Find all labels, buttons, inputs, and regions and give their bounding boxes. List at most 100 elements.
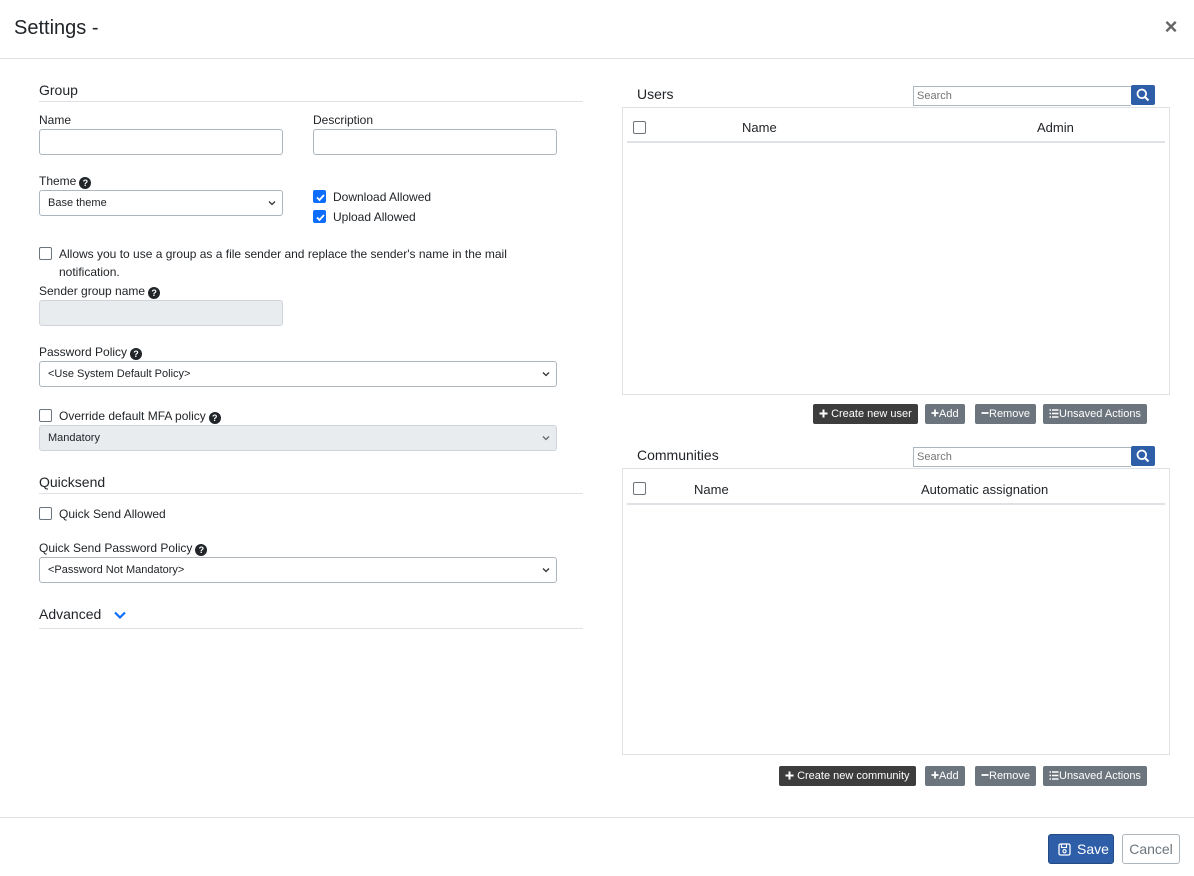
users-panel-title: Users [637,86,674,102]
quick-send-password-policy-value: <Password Not Mandatory> [48,564,185,576]
minus-icon [981,412,989,414]
download-allowed-checkbox[interactable] [313,190,326,203]
add-community-label: Add [939,770,959,782]
remove-user-label: Remove [989,408,1030,420]
plus-icon [931,771,939,779]
sender-group-label-line1: Allows you to use a group as a file send… [59,247,507,261]
remove-user-button[interactable]: Remove [975,404,1036,424]
footer-divider [0,817,1194,818]
add-community-button[interactable]: Add [925,766,965,786]
quick-send-password-policy-label: Quick Send Password Policy? [39,541,208,556]
chevron-down-icon [268,201,276,206]
description-input[interactable] [313,129,557,155]
add-user-label: Add [939,408,959,420]
add-user-button[interactable]: Add [925,404,965,424]
communities-table: Name Automatic assignation [622,468,1170,755]
theme-label-text: Theme [39,174,77,188]
search-icon [1136,449,1150,463]
communities-search-input[interactable] [913,447,1131,467]
save-label: Save [1077,841,1109,857]
advanced-section-title: Advanced [39,606,102,622]
check-icon [316,214,325,222]
group-section-divider [39,101,583,102]
create-new-community-button[interactable]: Create new community [779,766,916,786]
quick-send-allowed-checkbox[interactable] [39,507,52,520]
communities-unsaved-actions-button[interactable]: Unsaved Actions [1043,766,1147,786]
chevron-down-icon [542,436,550,441]
password-policy-label-text: Password Policy [39,345,128,359]
create-new-community-label: Create new community [797,770,910,782]
sender-group-name-label: Sender group name? [39,284,161,299]
users-search-button[interactable] [1131,85,1155,105]
communities-col-automatic-assignation: Automatic assignation [921,482,1049,497]
communities-col-name: Name [694,482,729,497]
communities-unsaved-actions-label: Unsaved Actions [1059,770,1141,782]
users-search-input[interactable] [913,86,1131,106]
minus-icon [981,774,989,776]
mfa-override-label-text: Override default MFA policy [59,409,206,423]
floppy-disk-icon [1058,843,1071,856]
quicksend-section-divider [39,493,583,494]
password-policy-select[interactable]: <Use System Default Policy> [39,361,557,387]
create-new-user-button[interactable]: Create new user [813,404,918,424]
users-unsaved-actions-button[interactable]: Unsaved Actions [1043,404,1147,424]
plus-icon [819,409,828,418]
password-policy-value: <Use System Default Policy> [48,368,191,380]
question-circle-icon: ? [208,412,221,424]
users-col-admin: Admin [1037,120,1074,135]
save-button[interactable]: Save [1048,834,1114,864]
question-circle-icon: ? [130,348,143,360]
list-icon [1049,409,1059,418]
name-label: Name [39,113,72,127]
upload-allowed-label: Upload Allowed [333,210,416,224]
communities-select-all-checkbox[interactable] [633,482,646,495]
close-icon[interactable]: × [1162,16,1180,38]
quick-send-password-policy-select[interactable]: <Password Not Mandatory> [39,557,557,583]
theme-label: Theme? [39,174,92,189]
users-unsaved-actions-label: Unsaved Actions [1059,408,1141,420]
sender-group-label-line2: notification. [59,265,120,279]
create-new-user-label: Create new user [831,408,912,420]
list-icon [1049,771,1059,780]
remove-community-label: Remove [989,770,1030,782]
description-label: Description [313,113,374,127]
advanced-section-divider [39,628,583,629]
users-table-header-divider [627,141,1165,143]
quick-send-password-policy-label-text: Quick Send Password Policy [39,541,193,555]
quicksend-section-title: Quicksend [39,474,106,490]
users-col-name: Name [742,120,777,135]
question-circle-icon: ? [195,544,208,556]
communities-search-button[interactable] [1131,446,1155,466]
mfa-override-checkbox[interactable] [39,409,52,422]
users-table: Name Admin [622,107,1170,395]
plus-icon [785,771,794,780]
chevron-down-icon [542,568,550,573]
chevron-down-icon [542,372,550,377]
upload-allowed-checkbox[interactable] [313,210,326,223]
question-circle-icon: ? [148,287,161,299]
quick-send-allowed-label: Quick Send Allowed [59,507,166,521]
sender-group-name-label-text: Sender group name [39,284,146,298]
download-allowed-label: Download Allowed [333,190,432,204]
group-section-title: Group [39,82,78,98]
name-input[interactable] [39,129,283,155]
modal-header: Settings - × [0,0,1194,59]
mfa-policy-select: Mandatory [39,425,557,451]
communities-table-header-divider [627,503,1165,505]
mfa-override-label: Override default MFA policy? [59,409,221,424]
question-circle-icon: ? [79,177,92,189]
plus-icon [931,409,939,417]
mfa-policy-value: Mandatory [48,432,100,444]
remove-community-button[interactable]: Remove [975,766,1036,786]
chevron-down-icon [114,611,126,620]
cancel-button[interactable]: Cancel [1122,834,1180,864]
sender-group-checkbox[interactable] [39,247,52,260]
communities-panel-title: Communities [637,447,719,463]
theme-select[interactable]: Base theme [39,190,283,216]
advanced-toggle[interactable]: Advanced [39,606,127,622]
check-icon [316,194,325,202]
password-policy-label: Password Policy? [39,345,143,360]
users-select-all-checkbox[interactable] [633,121,646,134]
search-icon [1136,88,1150,102]
sender-group-name-input [39,300,283,326]
